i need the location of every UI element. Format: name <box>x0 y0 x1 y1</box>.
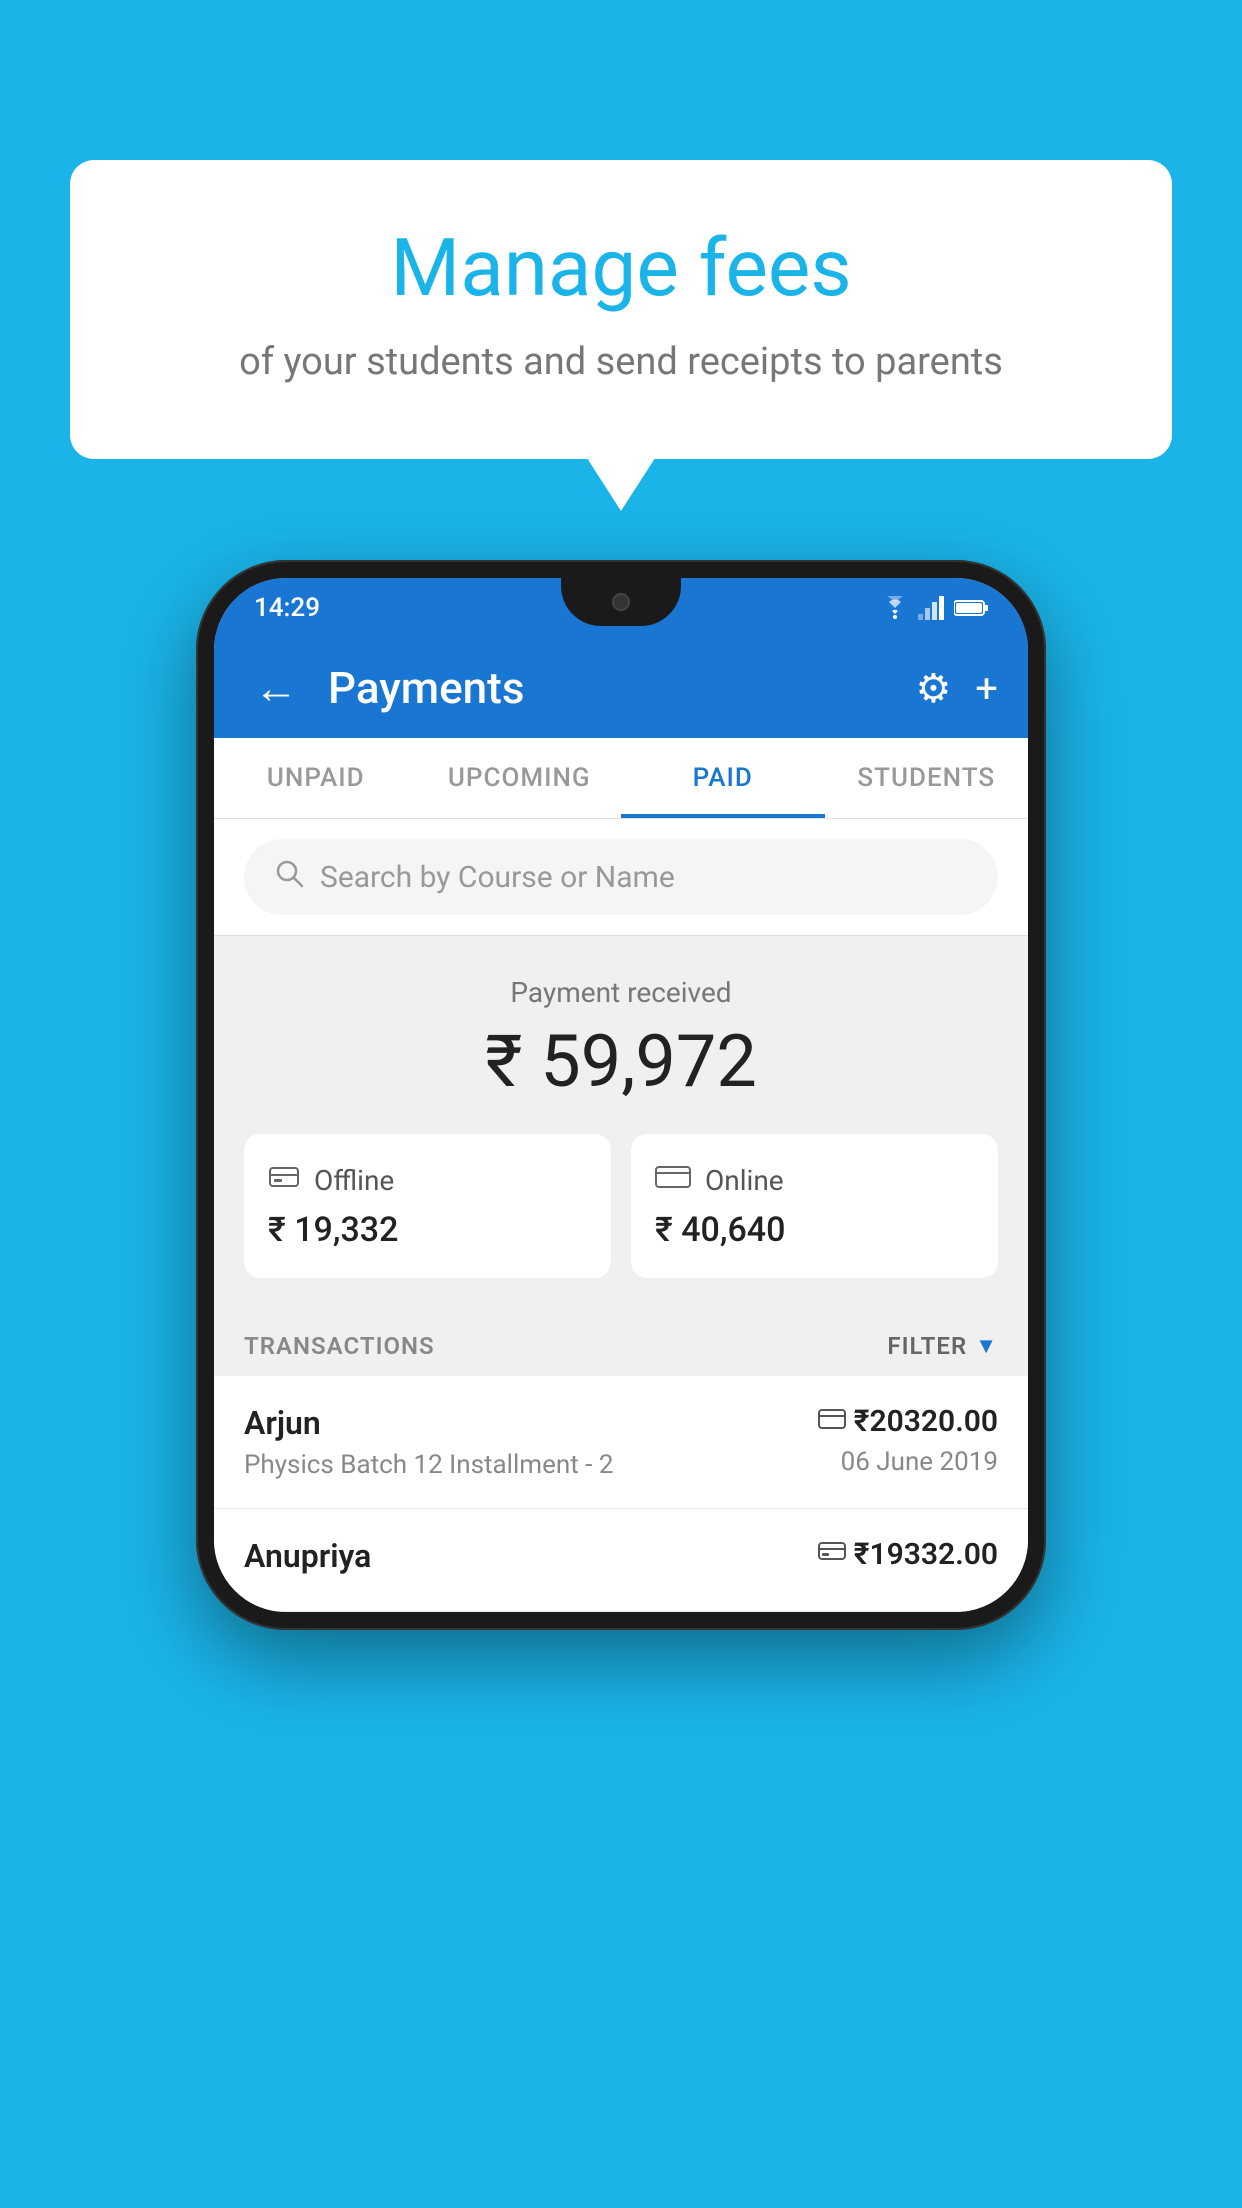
transaction-right: ₹20320.00 06 June 2019 <box>818 1404 998 1477</box>
offline-icon <box>268 1162 300 1198</box>
battery-icon <box>954 598 988 618</box>
payment-method-icon-offline <box>818 1539 846 1570</box>
online-label: Online <box>705 1164 784 1197</box>
payment-cards: Offline ₹ 19,332 <box>244 1134 998 1278</box>
app-bar: ← Payments ⚙ + <box>214 638 1028 738</box>
phone-screen: 14:29 <box>214 578 1028 1612</box>
transaction-left: Arjun Physics Batch 12 Installment - 2 <box>244 1404 613 1480</box>
tab-paid[interactable]: PAID <box>621 738 825 818</box>
transactions-label: TRANSACTIONS <box>244 1332 435 1360</box>
phone-notch <box>561 578 681 626</box>
tab-students[interactable]: STUDENTS <box>825 738 1029 818</box>
transaction-left: Anupriya <box>244 1537 371 1583</box>
page-title: Payments <box>328 662 895 714</box>
transaction-detail: Physics Batch 12 Installment - 2 <box>244 1450 613 1480</box>
camera <box>612 593 630 611</box>
tabs-bar: UNPAID UPCOMING PAID STUDENTS <box>214 738 1028 819</box>
back-button[interactable]: ← <box>244 652 308 724</box>
transaction-amount: ₹20320.00 <box>854 1404 998 1439</box>
transaction-date: 06 June 2019 <box>818 1447 998 1477</box>
bubble-title: Manage fees <box>150 220 1092 316</box>
filter-button[interactable]: FILTER ▼ <box>887 1332 998 1360</box>
status-time: 14:29 <box>254 593 320 623</box>
transaction-right: ₹19332.00 <box>818 1537 998 1580</box>
transactions-header: TRANSACTIONS FILTER ▼ <box>214 1308 1028 1376</box>
transaction-amount-row: ₹20320.00 <box>818 1404 998 1439</box>
status-icons <box>880 596 988 620</box>
transaction-amount-row: ₹19332.00 <box>818 1537 998 1572</box>
transaction-amount: ₹19332.00 <box>854 1537 998 1572</box>
online-card: Online ₹ 40,640 <box>631 1134 998 1278</box>
payment-received-label: Payment received <box>244 976 998 1009</box>
search-placeholder: Search by Course or Name <box>320 860 675 895</box>
online-icon <box>655 1162 691 1198</box>
offline-card-header: Offline <box>268 1162 587 1198</box>
offline-amount: ₹ 19,332 <box>268 1210 587 1250</box>
action-icons: ⚙ + <box>915 665 998 712</box>
filter-label: FILTER <box>887 1332 967 1360</box>
add-button[interactable]: + <box>975 665 998 712</box>
settings-button[interactable]: ⚙ <box>915 665 951 712</box>
online-card-header: Online <box>655 1162 974 1198</box>
search-container: Search by Course or Name <box>214 819 1028 936</box>
search-box[interactable]: Search by Course or Name <box>244 839 998 915</box>
payment-method-icon <box>818 1407 846 1437</box>
online-amount: ₹ 40,640 <box>655 1210 974 1250</box>
payment-summary: Payment received ₹ 59,972 <box>214 936 1028 1308</box>
bubble-subtitle: of your students and send receipts to pa… <box>150 336 1092 389</box>
transaction-name: Arjun <box>244 1404 613 1442</box>
tab-unpaid[interactable]: UNPAID <box>214 738 418 818</box>
phone-frame: 14:29 <box>196 560 1046 1630</box>
transaction-row: Arjun Physics Batch 12 Installment - 2 ₹… <box>214 1376 1028 1509</box>
status-bar: 14:29 <box>214 578 1028 638</box>
payment-total-amount: ₹ 59,972 <box>244 1019 998 1104</box>
offline-card: Offline ₹ 19,332 <box>244 1134 611 1278</box>
phone-device: 14:29 <box>196 560 1046 1630</box>
transaction-row: Anupriya ₹19332.00 <box>214 1509 1028 1612</box>
offline-label: Offline <box>314 1164 394 1197</box>
wifi-icon <box>880 596 910 620</box>
signal-icon <box>918 596 946 620</box>
tab-upcoming[interactable]: UPCOMING <box>418 738 622 818</box>
speech-bubble: Manage fees of your students and send re… <box>70 160 1172 459</box>
search-icon <box>274 857 304 897</box>
filter-icon: ▼ <box>975 1333 998 1359</box>
transaction-name: Anupriya <box>244 1537 371 1575</box>
